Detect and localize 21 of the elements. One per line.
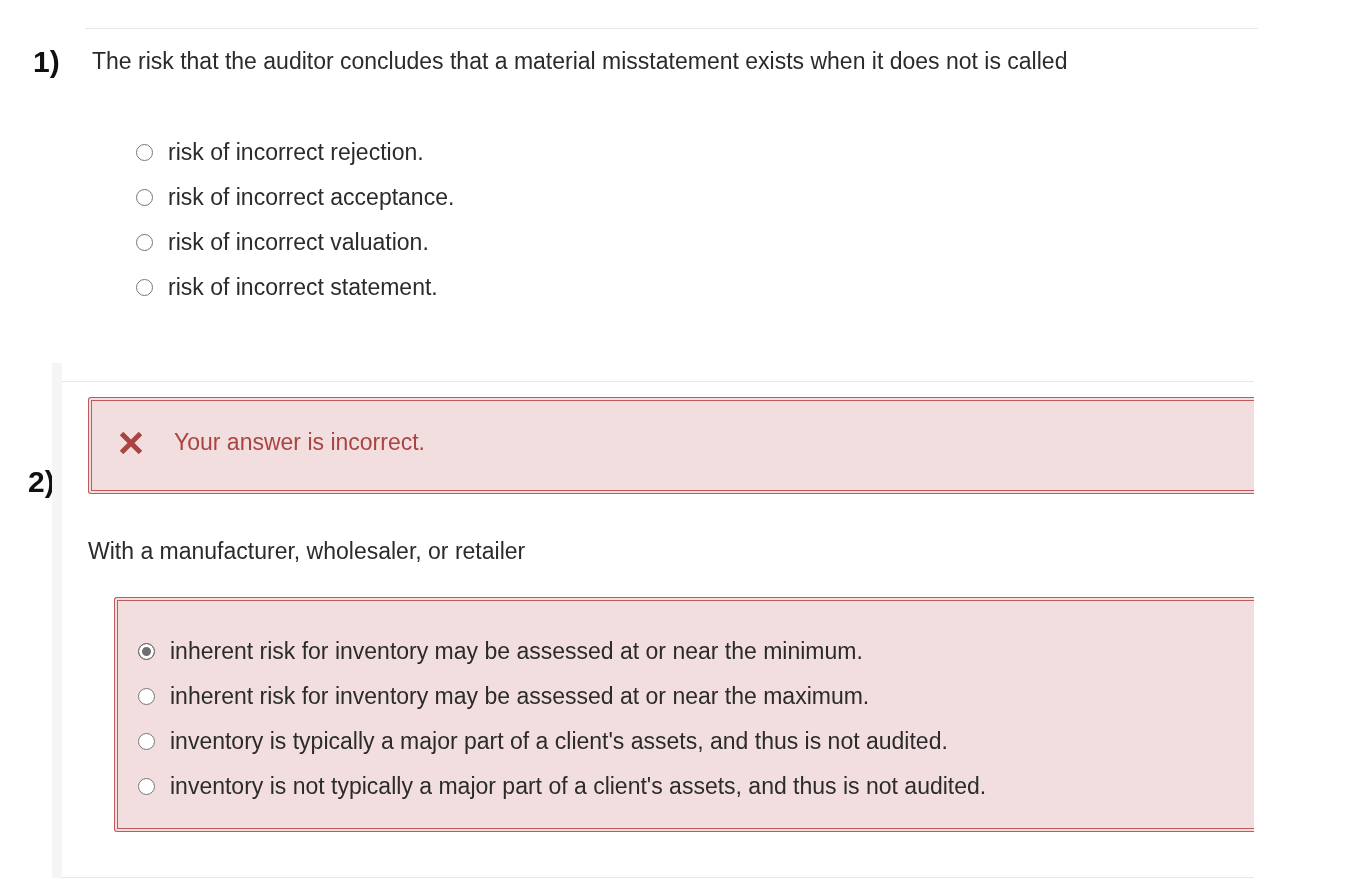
radio-button[interactable] (138, 643, 155, 660)
radio-button[interactable] (136, 189, 153, 206)
answer-option[interactable]: inherent risk for inventory may be assessed at or near the minimum. (138, 629, 1254, 674)
question-text: With a manufacturer, wholesaler, or retailer (88, 538, 527, 565)
answer-option[interactable]: inventory is typically a major part of a client's assets, and thus is not audited. (138, 719, 1254, 764)
radio-button[interactable] (136, 144, 153, 161)
answer-option[interactable]: inventory is not typically a major part of a client's assets, and thus is not audited. (138, 764, 1254, 809)
question-number: 2) (27, 464, 52, 500)
question-text: The risk that the auditor concludes that a material misstatement exists when it does not is called (92, 48, 1069, 75)
answer-option[interactable]: inherent risk for inventory may be assessed at or near the maximum. (138, 674, 1254, 719)
radio-button[interactable] (136, 279, 153, 296)
radio-button[interactable] (138, 733, 155, 750)
answer-option[interactable]: risk of incorrect rejection. (136, 130, 1354, 175)
radio-button[interactable] (138, 688, 155, 705)
answer-option[interactable]: risk of incorrect valuation. (136, 220, 1354, 265)
answer-option[interactable]: risk of incorrect statement. (136, 265, 1354, 310)
radio-button[interactable] (138, 778, 155, 795)
question-number: 1) (33, 45, 60, 79)
feedback-message: Your answer is incorrect. (174, 429, 425, 456)
radio-button[interactable] (136, 234, 153, 251)
answer-option[interactable]: risk of incorrect acceptance. (136, 175, 1354, 220)
